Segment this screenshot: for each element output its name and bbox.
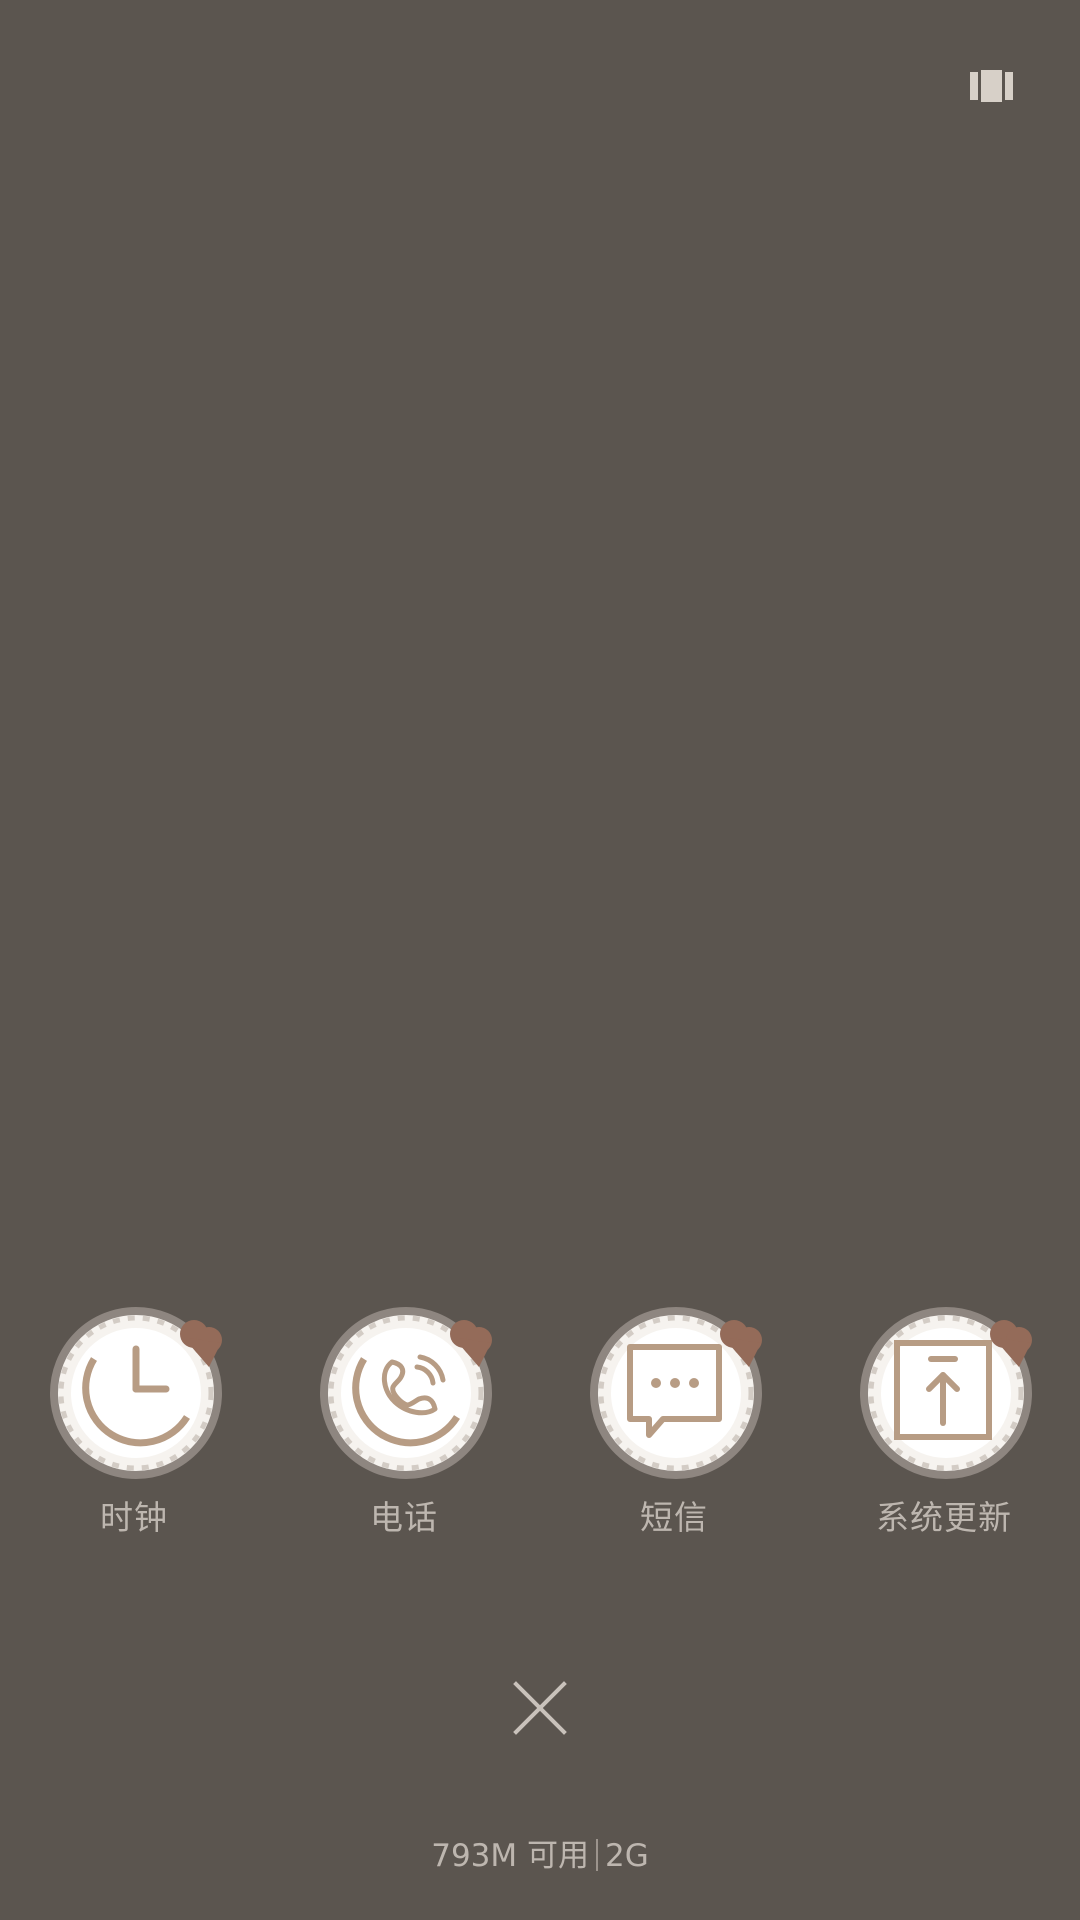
close-icon[interactable]	[512, 1680, 568, 1736]
recent-app-label: 系统更新	[876, 1498, 1012, 1537]
recent-app-label: 短信	[640, 1498, 708, 1537]
memory-available: 793M 可用	[431, 1838, 590, 1874]
recent-app-label: 电话	[370, 1498, 438, 1537]
recent-app-label: 时钟	[100, 1498, 168, 1537]
memory-status: 793M 可用 2G	[0, 1839, 1080, 1872]
memory-divider	[596, 1839, 599, 1871]
message-icon	[589, 1305, 764, 1480]
recent-apps-row: 时钟 电话 短信 系统更新	[0, 1305, 1080, 1555]
recent-app-phone[interactable]: 电话	[294, 1305, 494, 1545]
phone-icon	[319, 1305, 494, 1480]
recent-app-system-update[interactable]: 系统更新	[834, 1305, 1034, 1545]
clock-icon	[49, 1305, 224, 1480]
recent-app-clock[interactable]: 时钟	[24, 1305, 224, 1545]
memory-total: 2G	[605, 1838, 649, 1874]
recent-app-messages[interactable]: 短信	[564, 1305, 764, 1545]
system-update-icon	[859, 1305, 1034, 1480]
multi-window-icon[interactable]	[970, 70, 1013, 102]
